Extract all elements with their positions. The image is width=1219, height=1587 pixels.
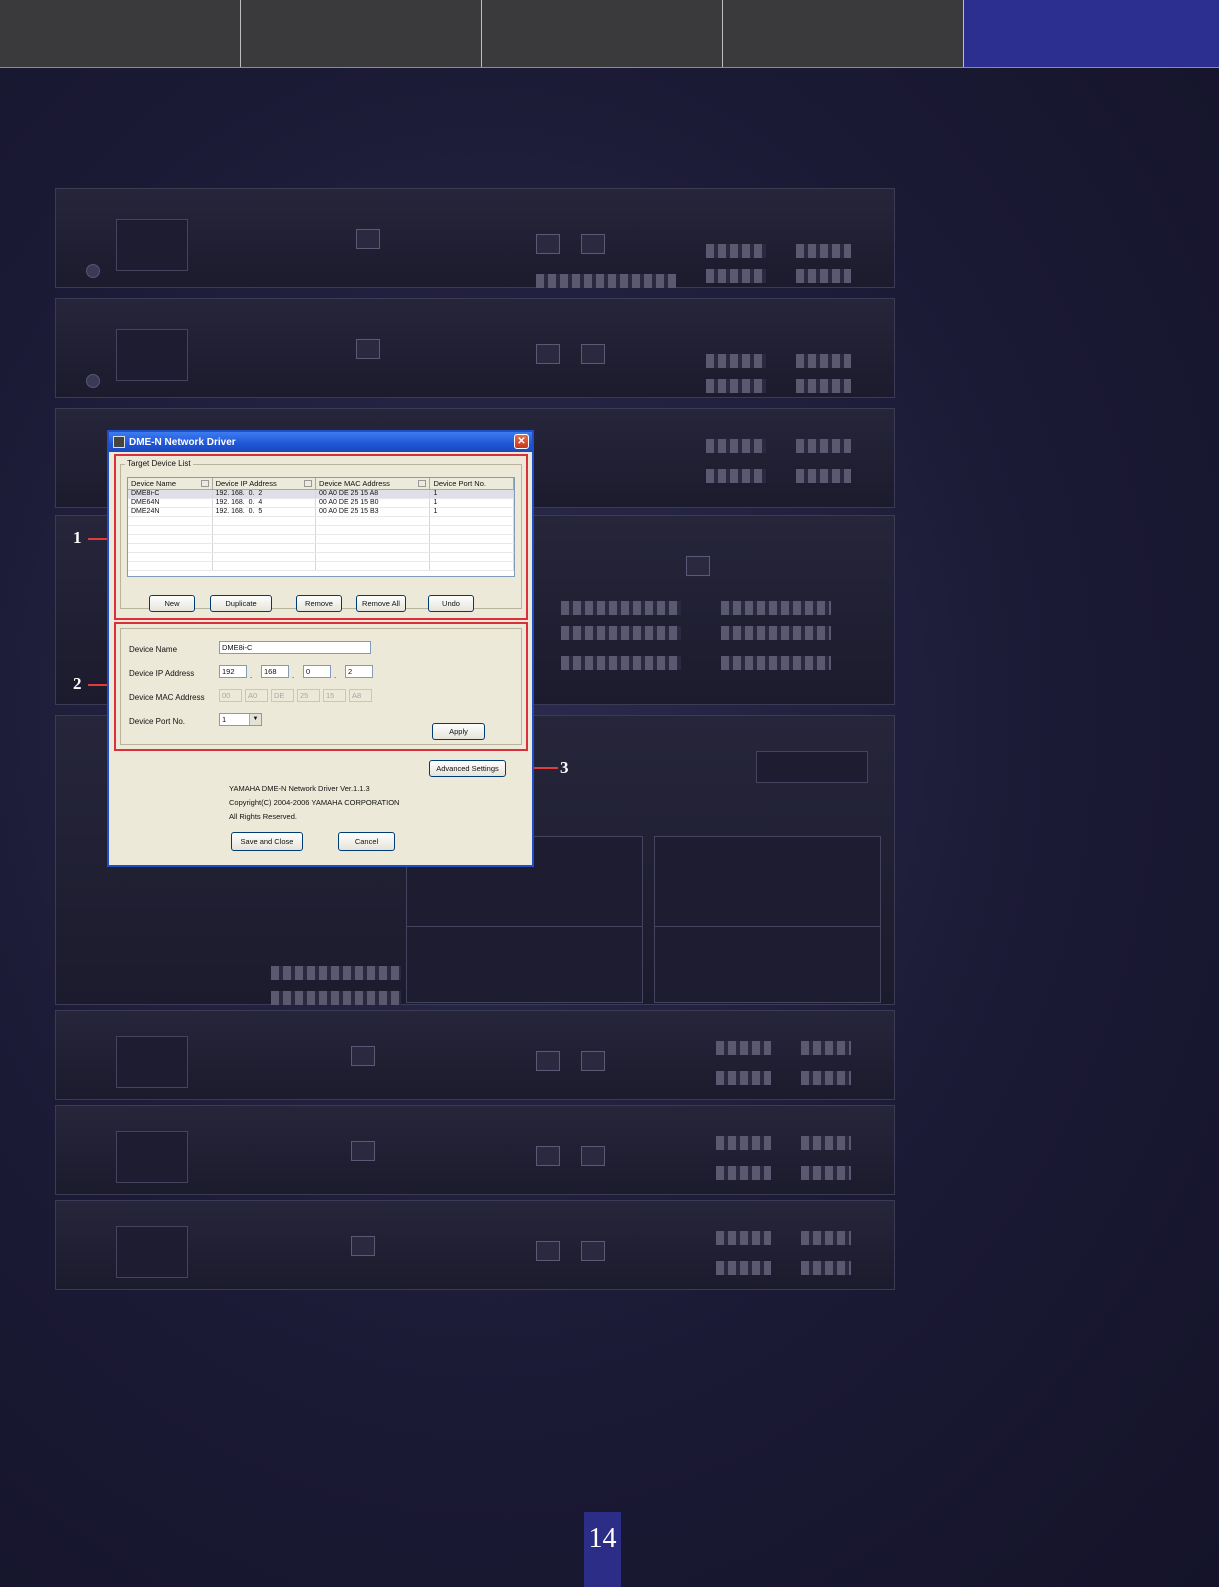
- duplicate-button[interactable]: Duplicate: [210, 595, 272, 612]
- empty-row: [128, 553, 514, 562]
- mac-byte-input: 25: [297, 689, 320, 702]
- nav-tab-3[interactable]: [482, 0, 723, 67]
- cancel-button[interactable]: Cancel: [338, 832, 395, 851]
- highlight-box-2: Device Name DME8i-C Device IP Address 19…: [114, 622, 528, 751]
- rack-unit: [55, 298, 895, 398]
- nav-tab-2[interactable]: [241, 0, 482, 67]
- column-header-port[interactable]: Device Port No.: [430, 478, 514, 489]
- nav-tab-4[interactable]: [723, 0, 964, 67]
- device-name-input[interactable]: DME8i-C: [219, 641, 371, 654]
- top-navigation: [0, 0, 1219, 68]
- ip-octet-4-input[interactable]: 2: [345, 665, 373, 678]
- rack-unit: [55, 1200, 895, 1290]
- empty-row: [128, 535, 514, 544]
- table-row[interactable]: DME8i-C 192. 168. 0. 2 00 A0 DE 25 15 A8…: [128, 490, 514, 499]
- mac-byte-input: A8: [349, 689, 372, 702]
- empty-row: [128, 544, 514, 553]
- new-button[interactable]: New: [149, 595, 195, 612]
- copyright-line: Copyright(C) 2004-2006 YAMAHA CORPORATIO…: [229, 798, 400, 807]
- undo-button[interactable]: Undo: [428, 595, 474, 612]
- page-number: 14: [584, 1512, 621, 1587]
- ip-separator: .: [334, 671, 337, 680]
- empty-row: [128, 517, 514, 526]
- empty-row: [128, 562, 514, 571]
- rights-line: All Rights Reserved.: [229, 812, 297, 821]
- callout-2: 2: [73, 674, 82, 693]
- nav-tab-5-active[interactable]: [964, 0, 1219, 67]
- device-table[interactable]: Device Name Device IP Address Device MAC…: [127, 477, 515, 577]
- mac-byte-input: 00: [219, 689, 242, 702]
- port-label: Device Port No.: [129, 717, 186, 726]
- empty-row: [128, 526, 514, 535]
- remove-all-button[interactable]: Remove All: [356, 595, 406, 612]
- target-device-list-legend: Target Device List: [125, 459, 193, 468]
- sort-icon: [304, 480, 313, 487]
- rack-unit: [55, 188, 895, 288]
- highlight-box-1: Target Device List Device Name Device IP…: [114, 454, 528, 620]
- chevron-down-icon[interactable]: ▼: [249, 714, 261, 725]
- advanced-settings-button[interactable]: Advanced Settings: [429, 760, 506, 777]
- mac-byte-input: DE: [271, 689, 294, 702]
- mac-label: Device MAC Address: [129, 693, 205, 702]
- table-row[interactable]: DME64N 192. 168. 0. 4 00 A0 DE 25 15 B0 …: [128, 499, 514, 508]
- dialog-titlebar[interactable]: DME-N Network Driver ✕: [109, 432, 532, 452]
- ip-separator: .: [250, 671, 253, 680]
- ip-separator: .: [292, 671, 295, 680]
- save-and-close-button[interactable]: Save and Close: [231, 832, 303, 851]
- ip-octet-3-input[interactable]: 0: [303, 665, 331, 678]
- callout-1: 1: [73, 528, 82, 547]
- version-line: YAMAHA DME-N Network Driver Ver.1.1.3: [229, 784, 370, 793]
- table-header: Device Name Device IP Address Device MAC…: [128, 478, 514, 490]
- column-header-mac[interactable]: Device MAC Address: [316, 478, 431, 489]
- column-header-ip[interactable]: Device IP Address: [213, 478, 317, 489]
- mac-byte-input: 15: [323, 689, 346, 702]
- dialog-title: DME-N Network Driver: [129, 436, 236, 448]
- sort-icon: [200, 480, 209, 487]
- rack-unit: [55, 1105, 895, 1195]
- port-select[interactable]: 1 ▼: [219, 713, 262, 726]
- close-icon[interactable]: ✕: [514, 434, 529, 449]
- callout-3: 3: [560, 758, 569, 777]
- apply-button[interactable]: Apply: [432, 723, 485, 740]
- table-row[interactable]: DME24N 192. 168. 0. 5 00 A0 DE 25 15 B3 …: [128, 508, 514, 517]
- column-header-device-name[interactable]: Device Name: [128, 478, 213, 489]
- network-driver-dialog: DME-N Network Driver ✕ Target Device Lis…: [107, 430, 534, 867]
- sort-icon: [418, 480, 427, 487]
- ip-octet-1-input[interactable]: 192: [219, 665, 247, 678]
- ip-label: Device IP Address: [129, 669, 195, 678]
- app-icon: [113, 436, 125, 448]
- device-edit-group: Device Name DME8i-C Device IP Address 19…: [120, 628, 522, 745]
- rack-unit: [55, 1010, 895, 1100]
- device-name-label: Device Name: [129, 645, 178, 654]
- target-device-list-group: Target Device List Device Name Device IP…: [120, 459, 522, 612]
- ip-octet-2-input[interactable]: 168: [261, 665, 289, 678]
- version-info: YAMAHA DME-N Network Driver Ver.1.1.3 Co…: [229, 782, 399, 824]
- remove-button[interactable]: Remove: [296, 595, 342, 612]
- nav-tab-1[interactable]: [0, 0, 241, 67]
- mac-byte-input: A0: [245, 689, 268, 702]
